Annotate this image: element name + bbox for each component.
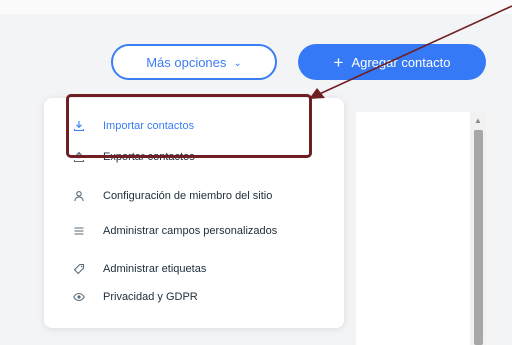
menu-item-privacy-gdpr[interactable]: Privacidad y GDPR xyxy=(44,283,344,311)
member-icon xyxy=(72,189,86,203)
menu-item-label: Administrar etiquetas xyxy=(103,263,207,275)
scrollbar-thumb[interactable] xyxy=(474,130,483,345)
content-panel xyxy=(356,112,480,345)
menu-item-manage-tags[interactable]: Administrar etiquetas xyxy=(44,255,344,283)
plus-icon: + xyxy=(333,52,344,72)
add-contact-label: Agregar contacto xyxy=(351,54,451,70)
privacy-eye-icon xyxy=(72,290,86,304)
menu-item-custom-fields[interactable]: Administrar campos personalizados xyxy=(44,217,344,245)
more-options-button[interactable]: Más opciones ⌄ xyxy=(111,44,277,80)
menu-item-member-settings[interactable]: Configuración de miembro del sitio xyxy=(44,182,344,210)
menu-item-label: Configuración de miembro del sitio xyxy=(103,190,273,202)
menu-item-label: Privacidad y GDPR xyxy=(103,291,198,303)
menu-item-label: Administrar campos personalizados xyxy=(103,225,278,237)
tag-icon xyxy=(72,262,86,276)
more-options-label: Más opciones xyxy=(146,54,227,70)
scroll-up-arrow-icon[interactable]: ▲ xyxy=(473,116,483,126)
list-icon xyxy=(72,224,86,238)
chevron-down-icon: ⌄ xyxy=(233,57,242,69)
top-band xyxy=(0,0,512,14)
highlight-box xyxy=(66,94,312,158)
add-contact-button[interactable]: + Agregar contacto xyxy=(298,44,486,80)
